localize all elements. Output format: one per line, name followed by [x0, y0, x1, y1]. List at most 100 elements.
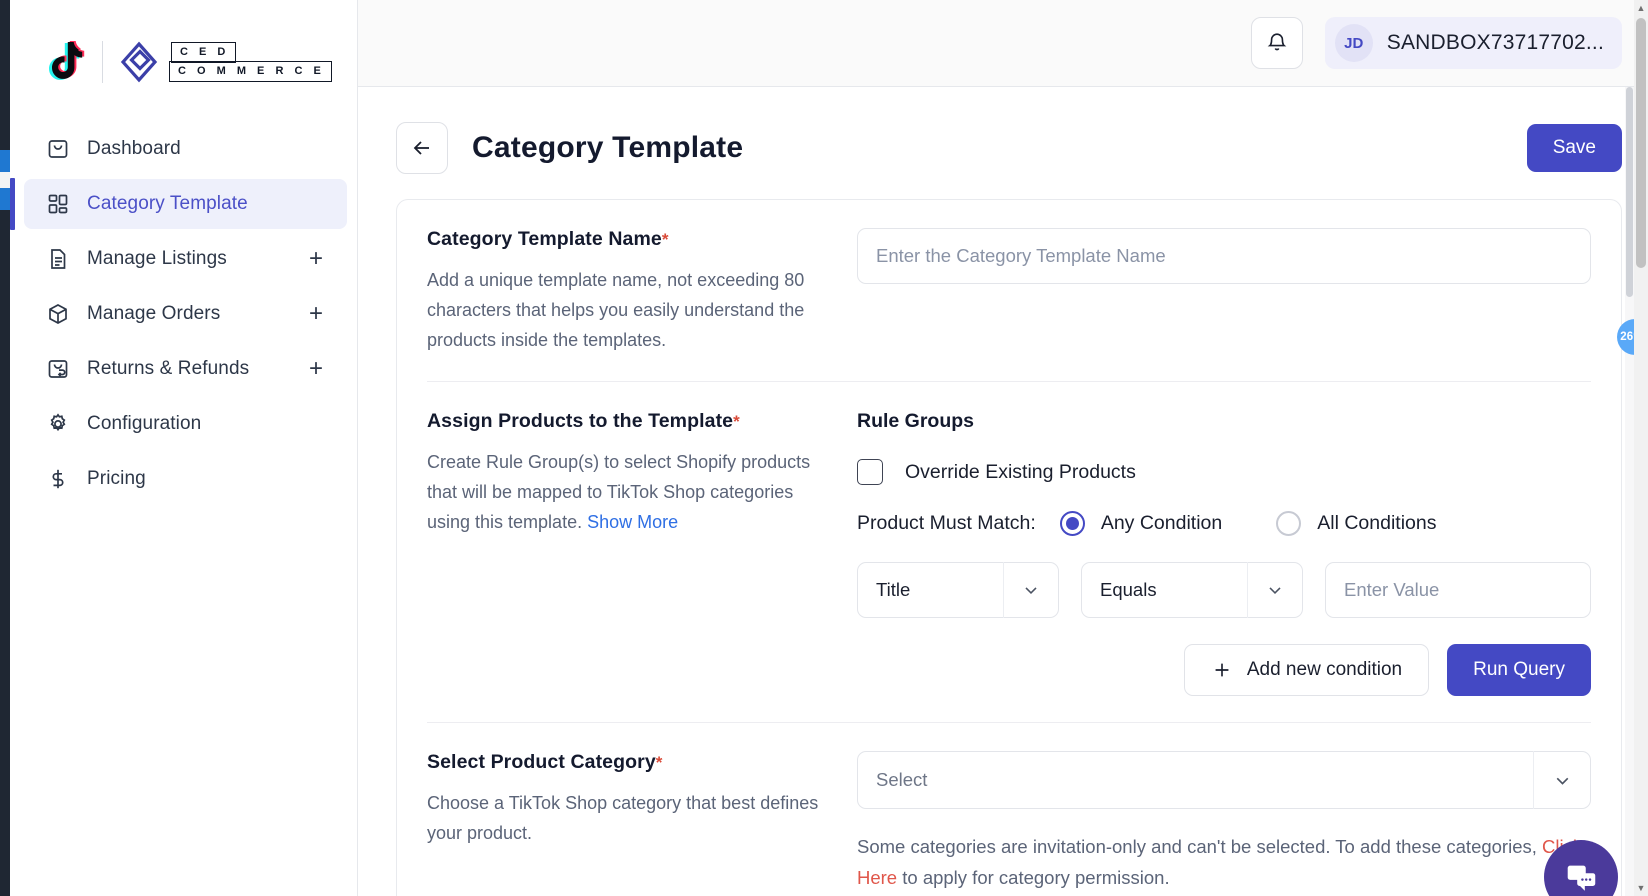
- browser-scrollbar-thumb[interactable]: [1636, 18, 1646, 268]
- radio-any-condition[interactable]: Any Condition: [1059, 511, 1223, 536]
- sidebar-nav: Dashboard Category Template Manage Listi…: [10, 124, 357, 504]
- expand-plus-icon[interactable]: +: [309, 302, 323, 326]
- product-must-match-row: Product Must Match: Any Condition All Co…: [857, 511, 1591, 536]
- account-menu[interactable]: JD SANDBOX73717702...: [1324, 17, 1622, 69]
- product-must-match-label: Product Must Match:: [857, 512, 1036, 534]
- scroll-up-arrow[interactable]: ▲: [1634, 0, 1648, 16]
- product-category-help: Choose a TikTok Shop category that best …: [427, 793, 819, 843]
- label-text: Select Product Category: [427, 751, 656, 773]
- dollar-icon: [46, 467, 70, 491]
- expand-plus-icon[interactable]: +: [309, 247, 323, 271]
- radio-any-condition-input[interactable]: [1059, 511, 1085, 536]
- radio-all-conditions-label: All Conditions: [1317, 512, 1437, 534]
- notifications-button[interactable]: [1250, 17, 1303, 69]
- cedcommerce-logo: C E D C O M M E R C E: [117, 40, 332, 84]
- ced-word-line2: C O M M E R C E: [169, 61, 332, 83]
- ced-diamond-icon: [120, 41, 158, 83]
- edge-marker-2: [0, 188, 10, 210]
- add-new-condition-button[interactable]: Add new condition: [1183, 644, 1430, 696]
- scroll-down-arrow[interactable]: ▼: [1634, 880, 1648, 896]
- note-text-start: Some categories are invitation-only and …: [857, 836, 1543, 857]
- back-button[interactable]: [396, 122, 448, 174]
- override-existing-products-row: Override Existing Products: [857, 459, 1591, 485]
- sidebar-item-manage-orders[interactable]: Manage Orders +: [24, 289, 347, 339]
- page-content: Category Template Save Category Template…: [358, 87, 1648, 896]
- radio-all-conditions[interactable]: All Conditions: [1276, 511, 1436, 536]
- app-root: C E D C O M M E R C E Dashboard Category…: [0, 0, 1648, 896]
- run-query-button[interactable]: Run Query: [1447, 644, 1591, 696]
- product-category-value: Select: [876, 769, 928, 790]
- assign-products-help: Create Rule Group(s) to select Shopify p…: [427, 447, 831, 537]
- product-category-label: Select Product Category*: [427, 751, 831, 774]
- label-text: Category Template Name: [427, 228, 662, 250]
- template-name-row: Category Template Name* Add a unique tem…: [427, 200, 1591, 381]
- plus-icon: [1215, 663, 1229, 677]
- gear-icon: [46, 412, 70, 436]
- top-bar: JD SANDBOX73717702...: [358, 0, 1648, 87]
- radio-all-conditions-input[interactable]: [1276, 511, 1302, 536]
- sidebar-item-label: Pricing: [87, 468, 146, 489]
- product-category-select[interactable]: Select: [857, 751, 1591, 809]
- sidebar-item-pricing[interactable]: Pricing: [24, 454, 347, 504]
- radio-any-condition-label: Any Condition: [1100, 512, 1223, 534]
- box-icon: [46, 302, 70, 326]
- document-icon: [46, 247, 70, 271]
- required-asterisk: *: [655, 753, 663, 772]
- inner-scrollbar-thumb[interactable]: [1626, 87, 1633, 297]
- account-name: SANDBOX73717702...: [1386, 31, 1604, 54]
- inner-scrollbar[interactable]: [1625, 87, 1634, 896]
- sidebar-item-category-template[interactable]: Category Template: [10, 178, 347, 230]
- edge-marker-1: [0, 150, 10, 172]
- assign-products-row: Assign Products to the Template* Create …: [427, 381, 1591, 722]
- condition-field-value: Title: [876, 579, 911, 600]
- condition-row: Title Equals: [857, 562, 1591, 618]
- product-category-note: Some categories are invitation-only and …: [857, 831, 1591, 893]
- condition-value-input[interactable]: [1325, 562, 1591, 618]
- required-asterisk: *: [733, 412, 740, 431]
- template-name-input[interactable]: [857, 228, 1591, 284]
- condition-operator-select[interactable]: Equals: [1081, 562, 1303, 618]
- add-new-condition-label: Add new condition: [1246, 659, 1403, 680]
- condition-field-select[interactable]: Title: [857, 562, 1059, 618]
- chevron-down-icon: [1004, 580, 1058, 600]
- product-category-field-wrap: Select Some categories are invitation-on…: [857, 751, 1591, 893]
- sidebar-item-dashboard[interactable]: Dashboard: [24, 124, 347, 174]
- product-category-row: Select Product Category* Choose a TikTok…: [427, 722, 1591, 896]
- override-existing-products-label: Override Existing Products: [905, 460, 1136, 483]
- show-more-link[interactable]: Show More: [587, 512, 678, 532]
- sidebar-item-label: Category Template: [87, 193, 248, 214]
- rule-groups-panel: Rule Groups Override Existing Products P…: [857, 410, 1591, 696]
- browser-scrollbar[interactable]: ▲ ▼: [1634, 0, 1648, 896]
- override-existing-products-checkbox[interactable]: [857, 459, 883, 485]
- note-text-end: to apply for category permission.: [897, 867, 1170, 888]
- sidebar-item-configuration[interactable]: Configuration: [24, 399, 347, 449]
- sidebar: C E D C O M M E R C E Dashboard Category…: [10, 0, 358, 896]
- assign-products-label: Assign Products to the Template*: [427, 410, 831, 433]
- bell-icon: [1267, 33, 1287, 51]
- sidebar-item-returns-refunds[interactable]: Returns & Refunds +: [24, 344, 347, 394]
- product-category-description: Select Product Category* Choose a TikTok…: [427, 751, 857, 893]
- rule-actions-row: Add new condition Run Query: [857, 644, 1591, 696]
- assign-products-description: Assign Products to the Template* Create …: [427, 410, 857, 696]
- save-button[interactable]: Save: [1526, 124, 1622, 172]
- page-header: Category Template Save: [396, 87, 1622, 199]
- return-icon: [46, 357, 70, 381]
- template-name-description: Category Template Name* Add a unique tem…: [427, 228, 857, 355]
- chat-bubble-icon: [1567, 865, 1596, 891]
- sidebar-item-label: Configuration: [87, 413, 202, 434]
- sidebar-item-label: Dashboard: [87, 138, 181, 159]
- sidebar-item-label: Returns & Refunds: [87, 358, 250, 379]
- template-name-help: Add a unique template name, not exceedin…: [427, 270, 805, 350]
- sidebar-item-label: Manage Orders: [87, 303, 221, 324]
- expand-plus-icon[interactable]: +: [309, 357, 323, 381]
- template-name-field-wrap: [857, 228, 1591, 355]
- template-name-label: Category Template Name*: [427, 228, 831, 251]
- chevron-down-icon: [1534, 770, 1590, 791]
- arrow-left-icon: [413, 141, 429, 155]
- sidebar-item-manage-listings[interactable]: Manage Listings +: [24, 234, 347, 284]
- condition-operator-value: Equals: [1100, 579, 1157, 600]
- grid-icon: [46, 192, 70, 216]
- avatar: JD: [1334, 24, 1373, 62]
- brand-divider: [102, 41, 103, 83]
- required-asterisk: *: [661, 230, 669, 249]
